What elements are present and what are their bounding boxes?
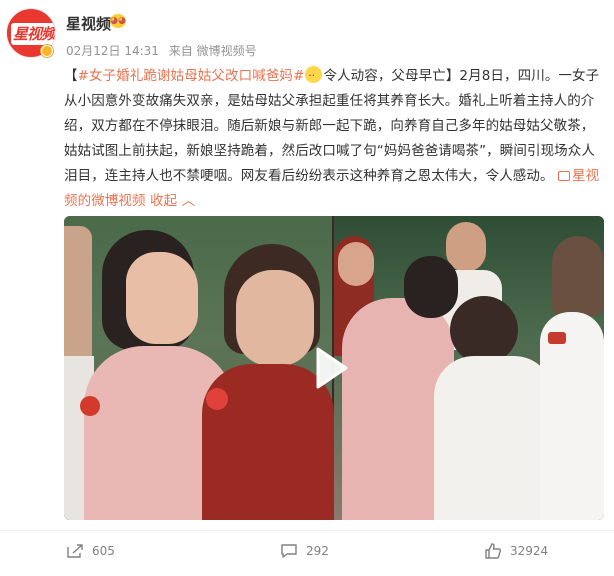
comment-icon [281,544,297,558]
share-count: 605 [92,544,115,558]
figure-groom-head [450,296,518,364]
post-meta: 02月12日 14:31 来自 微博视频号 [66,42,263,59]
figure-bride-flower [80,396,100,416]
video-player[interactable] [64,216,604,520]
video-frame-left [64,216,334,520]
play-icon[interactable] [314,346,350,390]
like-count: 32924 [510,544,549,558]
figure-aunt-face [236,270,314,366]
comment-button[interactable]: 292 [280,531,329,571]
post-text: 【#女子婚礼跪谢姑母姑父改口喊爸妈#令人动容，父母早亡】2月8日，四川。一女子从… [64,64,604,214]
action-bar: 605 292 32924 [0,530,614,570]
figure-bride-face [126,252,198,344]
figure-groom-shirt [434,356,554,520]
figure-aunt-flower [206,388,228,410]
weibo-post-card: 星视频 星视频 ◕◕ 02月12日 14:31 来自 微博视频号 【#女子婚礼跪… [0,0,614,576]
figure-aunt-standing-head [338,242,374,286]
figure-bride-kneeling-head [404,256,458,318]
share-icon [67,544,83,558]
like-button[interactable]: 32924 [484,531,548,571]
hashtag-link[interactable]: #女子婚礼跪谢姑母姑父改口喊爸妈# [78,68,305,84]
open-bracket: 【 [64,68,78,84]
vip-emoji-icon: ◕◕ [110,14,126,28]
video-link-icon [558,171,571,181]
video-frame-right [334,216,604,520]
comment-count: 292 [306,544,329,558]
tearful-emoji-icon [305,64,323,89]
post-body: 令人动容，父母早亡】2月8日，四川。一女子从小因意外变故痛失双亲，是姑母姑父承担… [64,68,600,184]
username[interactable]: 星视频 [66,13,111,34]
figure-host-cup [548,332,566,344]
post-date[interactable]: 02月12日 14:31 [66,44,159,58]
figure-host-hair [552,236,604,316]
post-source: 来自 微博视频号 [168,44,257,58]
avatar-logo-text: 星视频 [11,23,55,45]
thumbs-up-icon [485,543,501,559]
collapse-button[interactable]: 收起 ︿ [150,193,195,209]
verified-badge-icon [40,44,54,58]
share-button[interactable]: 605 [66,531,115,571]
